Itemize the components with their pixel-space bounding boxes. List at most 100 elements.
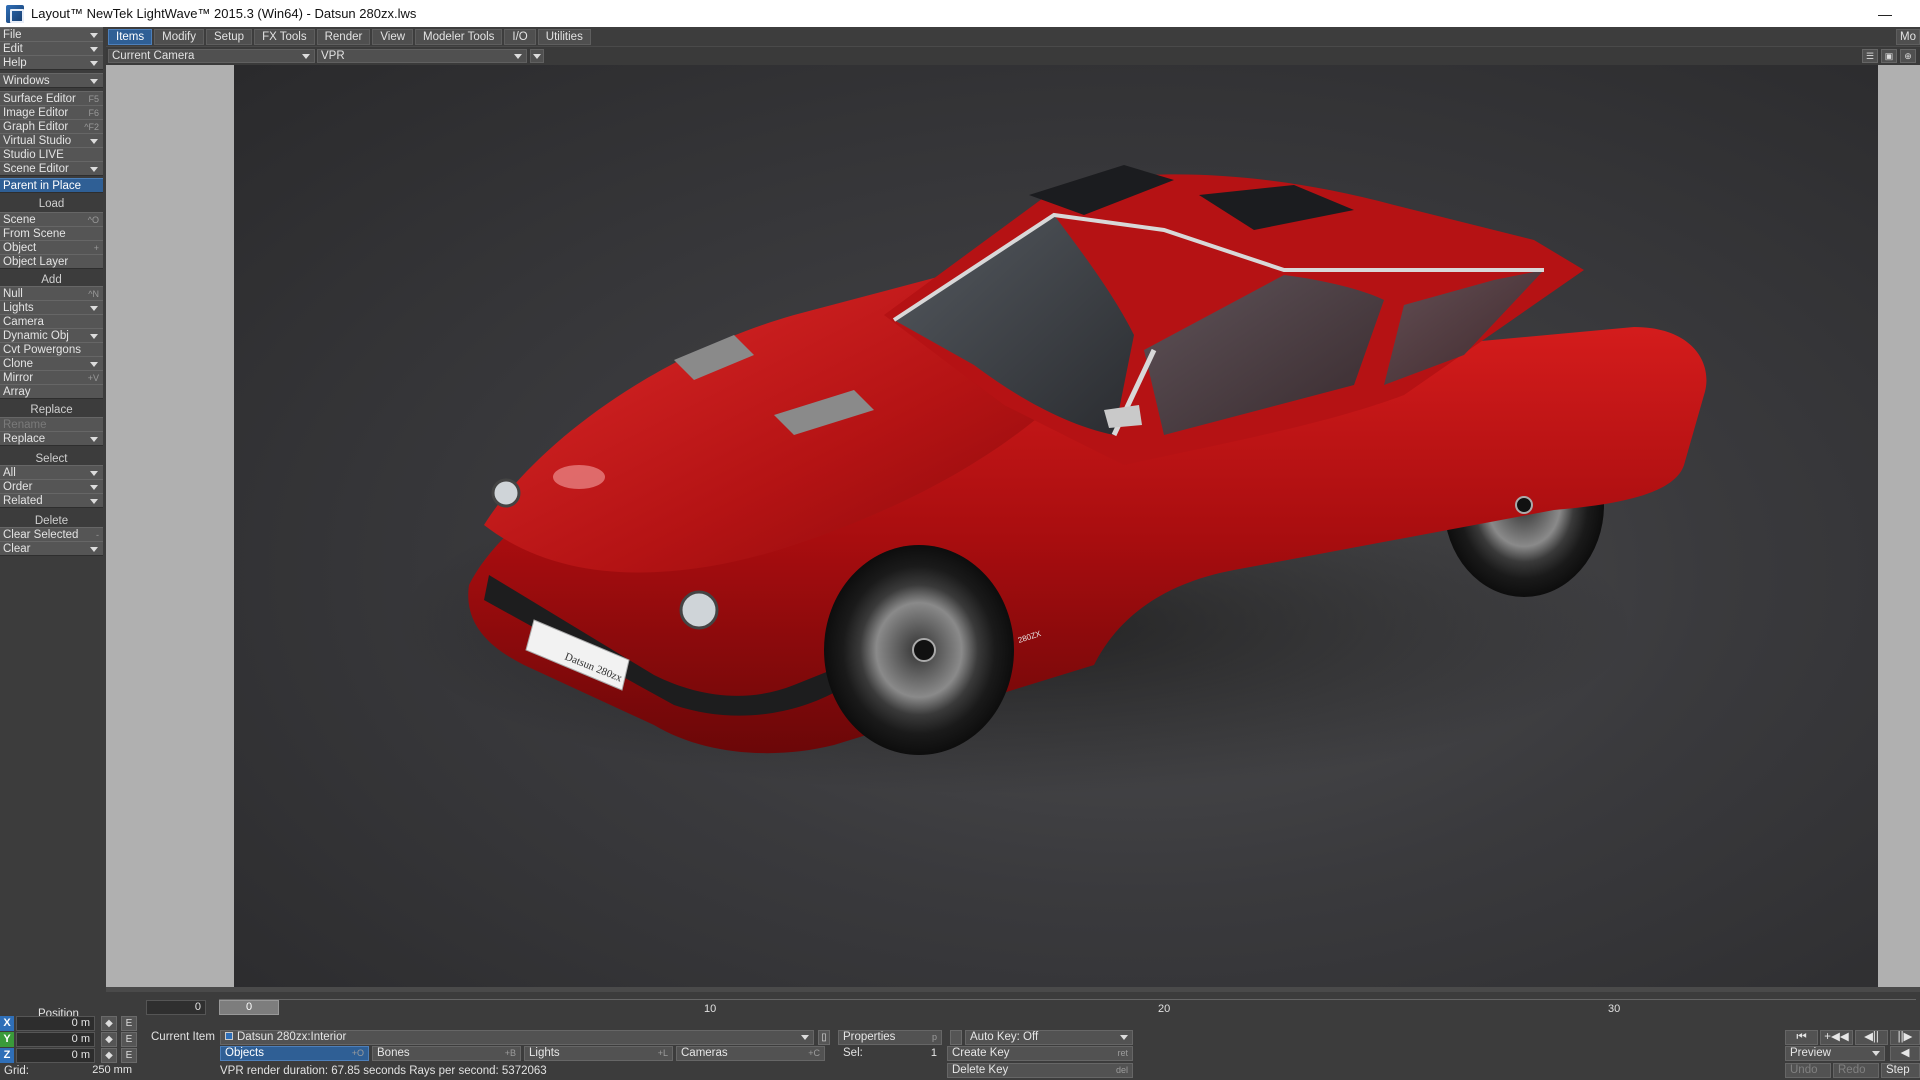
sidebar-item-clone[interactable]: Clone: [0, 356, 103, 371]
hotkey-hint: +C: [808, 1048, 820, 1058]
list-icon[interactable]: ☰: [1862, 49, 1878, 63]
go-to-start-button[interactable]: ⏮: [1785, 1030, 1818, 1045]
properties-button[interactable]: Properties p: [838, 1030, 942, 1045]
axis-x-spinner[interactable]: ◆: [101, 1016, 117, 1031]
axis-z-spinner[interactable]: ◆: [101, 1048, 117, 1063]
sidebar-item-replace[interactable]: Replace: [0, 431, 103, 446]
sidebar-item-mirror[interactable]: Mirror +V: [0, 370, 103, 385]
timeline-tick-label: 20: [1158, 1003, 1171, 1015]
vpr-options-dropdown[interactable]: [530, 49, 544, 63]
item-type-lights-button[interactable]: Lights +L: [524, 1046, 673, 1061]
axis-y-spinner[interactable]: ◆: [101, 1032, 117, 1047]
start-frame-field[interactable]: 0: [146, 1000, 206, 1015]
minimize-button[interactable]: —: [1878, 6, 1892, 22]
sidebar-item-clear[interactable]: Clear: [0, 541, 103, 556]
delete-key-label: Delete Key: [952, 1064, 1009, 1076]
position-z-field[interactable]: 0 m: [16, 1048, 95, 1063]
axis-x-indicator[interactable]: X: [0, 1016, 14, 1031]
viewport[interactable]: Datsun 280zx 280ZX: [106, 65, 1920, 987]
axis-z-indicator[interactable]: Z: [0, 1048, 14, 1063]
current-item-dropdown[interactable]: Datsun 280zx:Interior: [220, 1030, 814, 1045]
sidebar-item-surface-editor[interactable]: Surface Editor F5: [0, 91, 103, 106]
sidebar-item-from-scene[interactable]: From Scene: [0, 226, 103, 241]
vpr-render[interactable]: Datsun 280zx 280ZX: [234, 65, 1878, 987]
undo-button[interactable]: Undo: [1785, 1063, 1831, 1078]
sidebar-item-order[interactable]: Order: [0, 479, 103, 494]
sidebar-item-scene[interactable]: Scene ^O: [0, 212, 103, 227]
sidebar-item-clear-selected[interactable]: Clear Selected -: [0, 527, 103, 542]
sidebar-item-windows[interactable]: Windows: [0, 73, 103, 88]
tab-setup[interactable]: Setup: [206, 28, 253, 45]
car-render-image: Datsun 280zx 280ZX: [394, 165, 1707, 795]
step-button[interactable]: Step: [1881, 1063, 1920, 1078]
sidebar-item-label: Edit: [3, 42, 23, 55]
expand-icon[interactable]: ⊕: [1900, 49, 1916, 63]
tab-modify[interactable]: Modify: [154, 28, 204, 45]
sidebar-item-edit[interactable]: Edit: [0, 41, 103, 56]
sidebar-item-all[interactable]: All: [0, 465, 103, 480]
sidebar-item-cvt-powergons[interactable]: Cvt Powergons: [0, 342, 103, 357]
chevron-down-icon: [90, 47, 98, 52]
sidebar-item-label: Replace: [3, 432, 46, 445]
sidebar-item-help[interactable]: Help: [0, 55, 103, 70]
hotkey-hint: F5: [88, 93, 99, 104]
step-back-button[interactable]: ◀||: [1855, 1030, 1888, 1045]
timeline-slider-thumb[interactable]: 0: [219, 1000, 279, 1015]
step-forward-button[interactable]: ||▶: [1890, 1030, 1920, 1045]
chevron-down-icon: [90, 306, 98, 311]
previous-key-button[interactable]: +◀◀: [1820, 1030, 1853, 1045]
sidebar-item-dynamic-obj[interactable]: Dynamic Obj: [0, 328, 103, 343]
redo-button[interactable]: Redo: [1833, 1063, 1879, 1078]
sidebar-item-file[interactable]: File: [0, 27, 103, 42]
tab-utilities[interactable]: Utilities: [537, 28, 591, 45]
axis-y-indicator[interactable]: Y: [0, 1032, 14, 1047]
axis-z-envelope-button[interactable]: E: [121, 1048, 137, 1063]
sidebar-item-object-layer[interactable]: Object Layer: [0, 254, 103, 269]
sidebar-item-rename[interactable]: Rename: [0, 417, 103, 432]
sidebar-item-null[interactable]: Null ^N: [0, 286, 103, 301]
axis-x-envelope-button[interactable]: E: [121, 1016, 137, 1031]
sidebar-item-object[interactable]: Object +: [0, 240, 103, 255]
position-y-field[interactable]: 0 m: [16, 1032, 95, 1047]
tab-render[interactable]: Render: [316, 28, 371, 45]
item-type-cameras-button[interactable]: Cameras +C: [676, 1046, 825, 1061]
position-x-field[interactable]: 0 m: [16, 1016, 95, 1031]
delete-key-button[interactable]: Delete Key del: [947, 1063, 1133, 1078]
save-icon[interactable]: ▣: [1881, 49, 1897, 63]
render-mode-dropdown[interactable]: VPR: [317, 49, 527, 63]
chevron-down-icon: [90, 471, 98, 476]
item-type-objects-button[interactable]: Objects +O: [220, 1046, 369, 1061]
create-key-label: Create Key: [952, 1047, 1010, 1059]
axis-y-envelope-button[interactable]: E: [121, 1032, 137, 1047]
item-type-bones-button[interactable]: Bones +B: [372, 1046, 521, 1061]
sidebar-item-label: Rename: [3, 418, 47, 431]
sidebar-item-graph-editor[interactable]: Graph Editor ^F2: [0, 119, 103, 134]
auto-key-toggle[interactable]: [950, 1030, 962, 1045]
preview-dropdown[interactable]: Preview: [1785, 1046, 1885, 1061]
sidebar-item-array[interactable]: Array: [0, 384, 103, 399]
sidebar-item-parent-in-place[interactable]: Parent in Place: [0, 178, 103, 193]
item-lock-toggle[interactable]: ▯: [818, 1030, 830, 1045]
tab-items[interactable]: Items: [108, 28, 153, 45]
sidebar-item-lights[interactable]: Lights: [0, 300, 103, 315]
play-reverse-button[interactable]: ◀: [1890, 1046, 1920, 1061]
auto-key-dropdown[interactable]: Auto Key: Off: [965, 1030, 1133, 1045]
tab-i-o[interactable]: I/O: [504, 28, 536, 45]
timeline-track[interactable]: [219, 999, 1916, 1000]
sidebar-item-virtual-studio[interactable]: Virtual Studio: [0, 133, 103, 148]
sidebar-item-camera[interactable]: Camera: [0, 314, 103, 329]
camera-view-dropdown[interactable]: Current Camera: [108, 49, 315, 63]
timeline[interactable]: 0 0 10 20 30: [106, 992, 1920, 1019]
tab-fx-tools[interactable]: FX Tools: [254, 28, 315, 45]
grid-size-value[interactable]: 250 mm: [60, 1064, 136, 1079]
create-key-button[interactable]: Create Key ret: [947, 1046, 1133, 1061]
tab-modeler-tools[interactable]: Modeler Tools: [415, 28, 503, 45]
tab-view[interactable]: View: [372, 28, 414, 45]
tab-overflow[interactable]: Mo: [1896, 28, 1920, 45]
title-bar: Layout™ NewTek LightWave™ 2015.3 (Win64)…: [0, 0, 1920, 27]
hotkey-hint: F6: [88, 107, 99, 118]
sidebar-item-studio-live[interactable]: Studio LIVE: [0, 147, 103, 162]
sidebar-item-related[interactable]: Related: [0, 493, 103, 508]
sidebar-item-scene-editor[interactable]: Scene Editor: [0, 161, 103, 176]
sidebar-item-image-editor[interactable]: Image Editor F6: [0, 105, 103, 120]
